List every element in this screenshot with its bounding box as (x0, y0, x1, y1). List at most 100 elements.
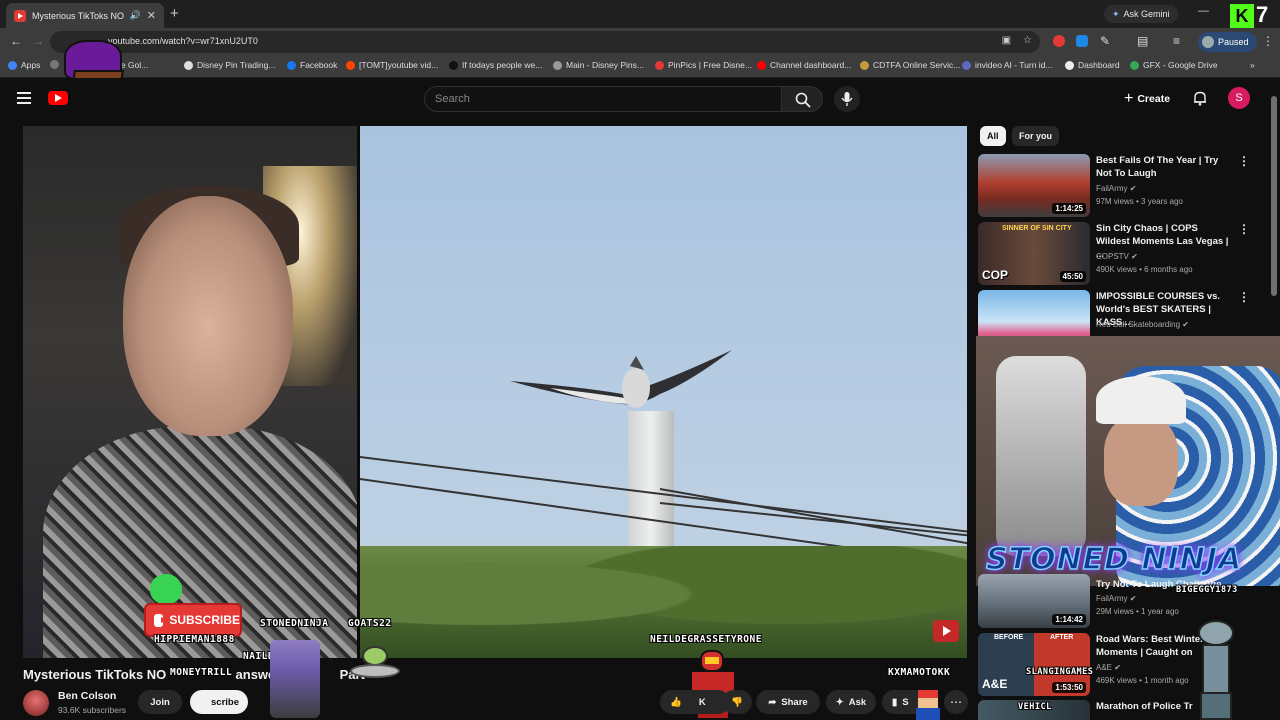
create-button[interactable]: + Create (1124, 90, 1170, 108)
more-options-icon[interactable]: ⋮ (1238, 154, 1250, 168)
notifications-bell-icon[interactable] (1192, 90, 1208, 106)
search-input[interactable]: Search (424, 86, 782, 112)
more-actions-button[interactable]: ⋯ (944, 690, 968, 714)
video-meta: 97M views • 3 years ago (1096, 197, 1183, 206)
channel-avatar[interactable] (23, 690, 49, 716)
subscribe-button[interactable]: scribe (190, 690, 248, 714)
account-avatar[interactable]: S (1228, 87, 1250, 109)
profile-paused-button[interactable]: Paused (1198, 32, 1257, 52)
side-panel-icon[interactable]: ▤ (1137, 34, 1148, 48)
save-label: S (902, 696, 909, 708)
scrollbar-thumb[interactable] (1271, 96, 1277, 296)
more-options-icon[interactable]: ⋮ (1238, 290, 1250, 304)
search-placeholder: Search (435, 93, 470, 105)
bookmark-item[interactable]: Dashboard (1065, 60, 1120, 70)
screen: { "browser": { "tab_title": "Mysterious … (0, 0, 1280, 720)
channel-name[interactable]: FailArmy ✔ (1096, 594, 1137, 603)
bookmark-item[interactable]: Main - Disney Pins... (553, 60, 644, 70)
channel-name[interactable]: COPSTV ✔ (1096, 252, 1138, 261)
bookmark-item[interactable]: PinPics | Free Disne... (655, 60, 752, 70)
thumbnail-text: COP (982, 268, 1009, 282)
video-thumbnail[interactable]: SINNER OF SIN CITY COP 45:50 (978, 222, 1090, 285)
share-button[interactable]: ➦ Share (756, 690, 820, 714)
forward-arrow-icon[interactable]: → (32, 34, 44, 48)
dislike-button[interactable]: 👎 (722, 690, 752, 714)
install-app-icon[interactable]: ▣ (1002, 35, 1011, 46)
video-thumbnail[interactable]: 1:14:42 (978, 574, 1090, 628)
extensions-puzzle-icon[interactable]: ✎ (1100, 34, 1110, 48)
bookmark-label: CDTFA Online Servic... (873, 60, 961, 70)
gemini-icon: ✦ (1112, 8, 1120, 19)
video-thumbnail[interactable]: 1:14:25 (978, 154, 1090, 217)
address-bar[interactable]: youtube.com/watch?v=wr71xnU2UT0 ▣ ☆ (50, 31, 1040, 53)
channel-name[interactable]: FailArmy ✔ (1096, 184, 1137, 193)
extension-red-icon[interactable] (1053, 35, 1065, 47)
like-button[interactable]: 👍 K (660, 690, 730, 714)
bookmark-item[interactable]: GFX - Google Drive (1130, 60, 1218, 70)
thumbnail-text: BEFORE (994, 634, 1024, 641)
video-title[interactable]: Best Fails Of The Year | Try Not To Laug… (1096, 154, 1234, 180)
voice-search-button[interactable] (834, 86, 860, 112)
bookmark-favicon-icon (287, 60, 296, 70)
bookmark-item[interactable]: invideo AI - Turn id... (962, 60, 1052, 70)
recommendation-card[interactable]: 1:14:25 Best Fails Of The Year | Try Not… (978, 154, 1268, 218)
plus-icon: + (1124, 90, 1134, 107)
bookmark-favicon-icon (860, 60, 869, 70)
speaker-icon[interactable]: 🔊 (130, 10, 141, 21)
bookmark-item[interactable]: Apps (8, 60, 40, 70)
join-button[interactable]: Join (138, 690, 182, 714)
verified-icon: ✔ (1129, 594, 1137, 603)
youtube-logo-icon[interactable] (48, 91, 68, 105)
bookmark-favicon-icon (553, 60, 562, 70)
close-tab-icon[interactable]: ✕ (147, 9, 156, 22)
video-title[interactable]: Marathon of Police Tr (1096, 700, 1234, 713)
create-label: Create (1137, 93, 1171, 105)
bookmark-item[interactable]: Channel dashboard... (757, 60, 851, 70)
channel-name[interactable]: Red Bull Skateboarding ✔ (1096, 320, 1189, 329)
pixel-ufo-sprite (350, 646, 400, 694)
profile-avatar (1202, 36, 1214, 48)
more-options-icon[interactable]: ⋮ (1238, 222, 1250, 236)
video-title-part: Mysterious TikToks NO (23, 667, 167, 682)
chip-all[interactable]: All (980, 126, 1006, 146)
chip-for-you[interactable]: For you (1012, 126, 1059, 146)
video-thumbnail[interactable]: BEFORE AFTER A&E 1:53:50 (978, 633, 1090, 696)
bookmark-star-icon[interactable]: ☆ (1023, 35, 1032, 46)
disneyland-cap (1096, 376, 1186, 424)
ask-gemini-button[interactable]: ✦ Ask Gemini (1104, 5, 1178, 23)
browser-tabstrip: Mysterious TikToks NO ON 🔊 ✕ + ✦ Ask Gem… (0, 0, 1280, 28)
thumbnail-text: SINNER OF SIN CITY (1002, 225, 1072, 232)
bookmark-item[interactable]: If todays people we... (449, 60, 542, 70)
thumbnail-text: A&E (982, 677, 1008, 691)
minimize-icon[interactable]: — (1198, 5, 1209, 17)
browser-tab-active[interactable]: Mysterious TikToks NO ON 🔊 ✕ (6, 3, 164, 28)
bookmark-label: GFX - Google Drive (1143, 60, 1218, 70)
duration-badge: 1:14:42 (1052, 614, 1086, 625)
subscribe-overlay-label: SUBSCRIBE (169, 613, 240, 627)
recommendation-card[interactable]: SINNER OF SIN CITY COP 45:50 Sin City Ch… (978, 222, 1268, 286)
ask-button[interactable]: ✦ Ask (826, 690, 876, 714)
youtube-play-icon (154, 613, 168, 627)
bookmark-item[interactable]: [TOMT]youtube vid... (346, 60, 438, 70)
channel-name[interactable]: Ben Colson (58, 690, 116, 702)
thumbs-down-icon: 👎 (731, 696, 743, 708)
browser-menu-icon[interactable]: ⋮ (1262, 34, 1274, 48)
menu-hamburger-icon[interactable] (17, 92, 31, 104)
overlay-username: BIGEGGY1873 (1176, 585, 1238, 595)
bookmark-label: If todays people we... (462, 60, 543, 70)
overlay-username: NEILDEGRASSETYRONE (650, 634, 762, 645)
bookmarks-overflow-icon[interactable]: » (1250, 60, 1255, 70)
extension-blue-icon[interactable] (1076, 35, 1088, 47)
channel-name[interactable]: A&E ✔ (1096, 663, 1121, 672)
bookmark-item[interactable]: Facebook (287, 60, 337, 70)
media-controls-icon[interactable]: ≡ (1173, 34, 1180, 48)
youtube-watermark-icon[interactable] (933, 620, 959, 642)
page-scrollbar[interactable] (1270, 86, 1278, 720)
new-tab-icon[interactable]: + (170, 5, 179, 22)
back-arrow-icon[interactable]: ← (10, 34, 22, 48)
bookmark-item[interactable]: CDTFA Online Servic... (860, 60, 960, 70)
thumbnail-text: AFTER (1050, 634, 1074, 641)
bookmark-label: Facebook (300, 60, 338, 70)
search-button[interactable] (781, 86, 823, 112)
bookmark-item[interactable]: Disney Pin Trading... (184, 60, 275, 70)
